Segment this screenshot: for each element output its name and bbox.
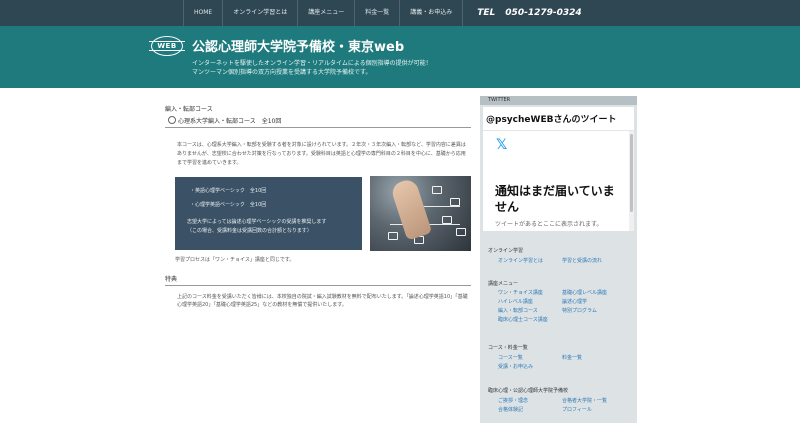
sidebar-section-courses: 講座メニュー (488, 281, 519, 287)
circle-icon (168, 116, 176, 124)
sidebar-link-transfer[interactable]: 編入・転部コース (498, 307, 562, 316)
site-tagline: インターネットを駆使したオンライン学習・リアルタイムによる個別指導の提供が可能！… (192, 59, 432, 77)
sidebar-link-greeting[interactable]: ご挨拶・理念 (498, 397, 562, 406)
tel-number: 050-1279-0324 (505, 8, 582, 18)
tagline-line-1: インターネットを駆使したオンライン学習・リアルタイムによる個別指導の提供が可能！ (192, 60, 432, 67)
sidebar-link-online-about[interactable]: オンライン学習とは (498, 257, 562, 266)
sidebar-link-basic-level[interactable]: 基礎心理レベル講座 (562, 289, 607, 298)
sidebar-link-high-level[interactable]: ハイレベル講座 (498, 298, 562, 307)
twitter-heading: TWITTER (480, 96, 637, 105)
sidebar-link-testimonials[interactable]: 合格体験記 (498, 406, 562, 415)
sidebar-links-fees: コース一覧 料金一覧 受講・お申込み (498, 354, 582, 372)
course-bullet-1: ・英語心理学ベーシック 全10回 (190, 188, 267, 194)
sidebar-link-row: 臨床心理士コース講座 (498, 316, 607, 325)
screen-icon (450, 198, 460, 206)
section-heading: 心理系大学編入・転部コース 全10回 (165, 116, 471, 128)
sidebar-link-row: ワン・チョイス講座 基礎心理レベル講座 (498, 289, 607, 298)
sidebar-link-profile[interactable]: プロフィール (562, 406, 592, 415)
sidebar-link-row: コース一覧 料金一覧 (498, 354, 582, 363)
sidebar-link-row: 受講・お申込み (498, 363, 582, 372)
sidebar-link-row: ご挨拶・理念 合格者大学院・一覧 (498, 397, 607, 406)
screen-icon (432, 186, 442, 194)
screen-icon (456, 228, 466, 236)
course-note: 志望大学によっては論述心理学ベーシックの受講を推奨します （この場合、受講料金は… (187, 218, 326, 236)
sidebar-link-clinical[interactable]: 臨床心理士コース講座 (498, 316, 562, 325)
page-title: 編入・転部コース (165, 106, 213, 113)
nav-bar: HOME オンライン学習とは 講座メニュー 料金一覧 講義・お申込み TEL 05… (183, 0, 582, 26)
site-title[interactable]: 公認心理師大学院予備校・東京web (192, 36, 404, 55)
sidebar-link-special[interactable]: 特別プログラム (562, 307, 597, 316)
sidebar-link-row: ハイレベル講座 論述心理学 (498, 298, 607, 307)
twitter-empty-subtext: ツイートがあるとここに表示されます。 (495, 221, 603, 228)
sidebar-link-row: 編入・転部コース 特別プログラム (498, 307, 607, 316)
course-bullet-2: ・心理学英語ベーシック 全10回 (190, 202, 267, 208)
tagline-line-2: マンツーマン個別指導の双方向授業を受講する大学院予備校です。 (192, 69, 372, 76)
sidebar-link-results[interactable]: 合格者大学院・一覧 (562, 397, 607, 406)
sidebar-links-courses: ワン・チョイス講座 基礎心理レベル講座 ハイレベル講座 論述心理学 編入・転部コ… (498, 289, 607, 325)
sidebar-link-apply[interactable]: 受講・お申込み (498, 363, 562, 372)
screen-icon (388, 232, 398, 240)
sidebar-link-row: オンライン学習とは 学習と受講の流れ (498, 257, 602, 266)
section-heading-text: 心理系大学編入・転部コース 全10回 (178, 118, 282, 125)
phone-number: TEL 050-1279-0324 (463, 0, 581, 26)
hand-touch-image (370, 176, 471, 251)
benefit-text: 上記のコース料金を受講いただく皆様には、本校独自の院試・編入試験教材を無料で配布… (177, 294, 468, 308)
sidebar-section-online: オンライン学習 (488, 248, 524, 254)
divider (483, 130, 634, 131)
tel-label: TEL (477, 8, 496, 18)
sidebar-section-fees: コース・料金一覧 (488, 345, 528, 351)
course-box: ・英語心理学ベーシック 全10回 ・心理学英語ベーシック 全10回 志望大学によ… (175, 177, 362, 250)
nav-item-apply[interactable]: 講義・お申込み (399, 0, 464, 26)
course-note-line-2: （この場合、受講料金は受講回数の合計額となります） (187, 228, 312, 234)
sidebar-links-online: オンライン学習とは 学習と受講の流れ (498, 257, 602, 266)
sidebar-link-one-choice[interactable]: ワン・チョイス講座 (498, 289, 562, 298)
process-text: 学習プロセスは「ワン・チョイス」講座と同じです。 (175, 257, 295, 263)
scrollbar-thumb[interactable] (630, 134, 633, 212)
sidebar-link-course-list[interactable]: コース一覧 (498, 354, 562, 363)
intro-text: 本コースは、心理系大学編入・転部を受験する者を対象に設けられています。２年次・３… (177, 142, 466, 166)
twitter-widget-title[interactable]: @psycheWEBさんのツイート (486, 112, 616, 125)
sidebar-link-row: 合格体験記 プロフィール (498, 406, 607, 415)
course-note-line-1: 志望大学によっては論述心理学ベーシックの受講を推奨します (187, 219, 327, 225)
nav-item-online[interactable]: オンライン学習とは (222, 0, 297, 26)
sidebar-link-essay[interactable]: 論述心理学 (562, 298, 587, 307)
x-logo-icon[interactable]: 𝕏 (496, 137, 507, 153)
site-header: WEB 公認心理師大学院予備校・東京web インターネットを駆使したオンライン学… (0, 26, 800, 88)
top-nav: HOME オンライン学習とは 講座メニュー 料金一覧 講義・お申込み TEL 05… (0, 0, 800, 26)
benefit-heading: 特典 (165, 275, 471, 286)
twitter-widget: @psycheWEBさんのツイート 𝕏 通知はまだ届いていません ツイートがある… (483, 107, 634, 231)
sidebar-link-fee-list[interactable]: 料金一覧 (562, 354, 582, 363)
sidebar-link-flow[interactable]: 学習と受講の流れ (562, 257, 602, 266)
sidebar-links-school: ご挨拶・理念 合格者大学院・一覧 合格体験記 プロフィール (498, 397, 607, 415)
screen-icon (442, 216, 452, 224)
site-logo-icon[interactable]: WEB (149, 36, 185, 56)
scrollbar[interactable] (629, 131, 634, 231)
sidebar: TWITTER @psycheWEBさんのツイート 𝕏 通知はまだ届いていません… (480, 96, 637, 423)
sidebar-section-school: 臨床心理・公認心理師大学院予備校 (488, 388, 569, 394)
nav-item-home[interactable]: HOME (183, 0, 222, 26)
nav-item-fees[interactable]: 料金一覧 (354, 0, 399, 26)
nav-item-courses[interactable]: 講座メニュー (297, 0, 354, 26)
twitter-empty-message: 通知はまだ届いていません (495, 184, 615, 214)
